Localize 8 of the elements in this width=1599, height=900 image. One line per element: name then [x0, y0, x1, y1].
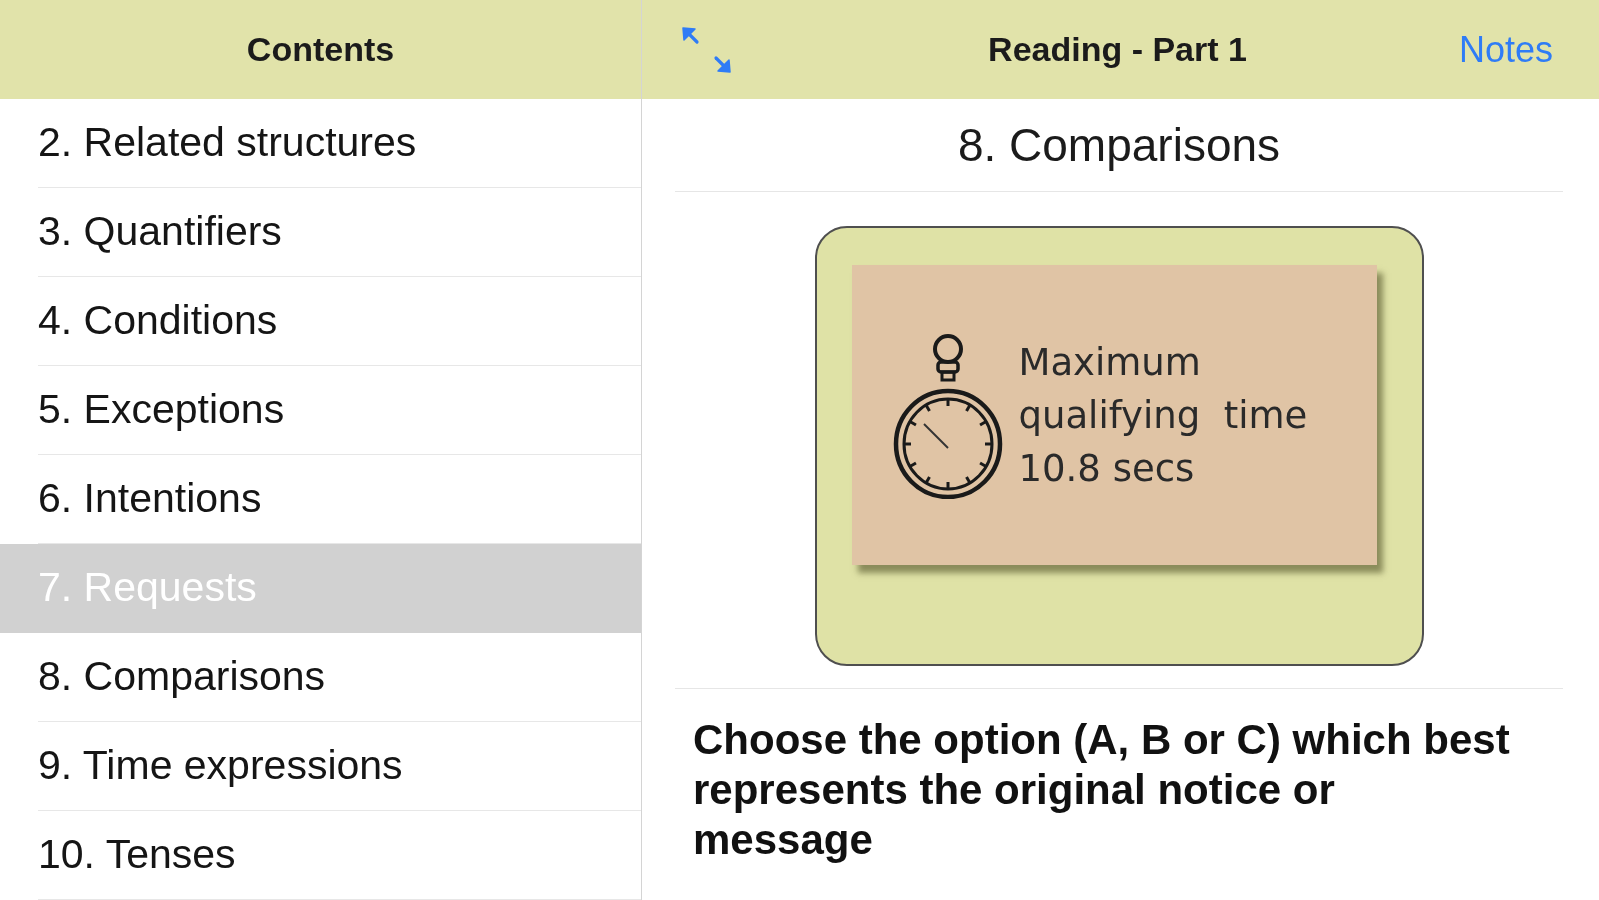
section-heading: 8. Comparisons [957, 117, 1281, 173]
stopwatch-icon [892, 331, 1003, 499]
diagonal-arrows-icon [682, 26, 731, 73]
sidebar-title: Contents [246, 29, 395, 70]
notice-text: Maximum qualifying time 10.8 secs [1018, 339, 1308, 492]
instruction-text: Choose the option (A, B or C) which best represents the original notice or message [693, 715, 1511, 865]
expand-button[interactable] [682, 26, 731, 73]
page-title: Reading - Part 1 [988, 29, 1247, 70]
